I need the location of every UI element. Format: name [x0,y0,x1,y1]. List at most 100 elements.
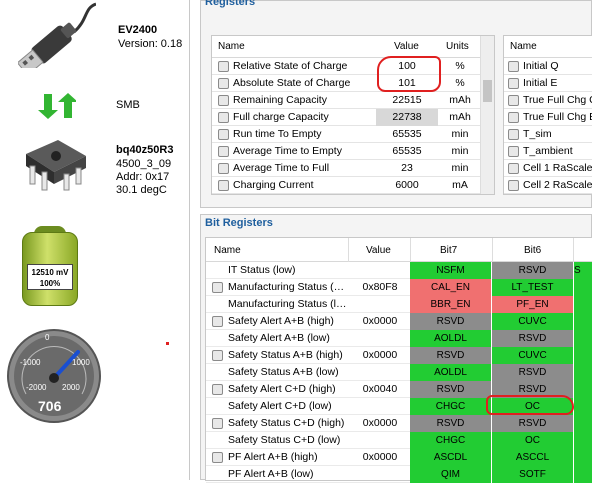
bit7-cell[interactable]: AOLDL [410,330,492,347]
gauge-tick-0: 0 [45,333,50,342]
register-row[interactable]: Average Time to Full 23 min [212,160,480,177]
bit-register-row[interactable]: Manufacturing Status (… 0x80F8 CAL_EN LT_TE… [206,279,592,296]
bit6-cell[interactable]: LT_TEST [492,279,574,296]
bit7-cell[interactable]: CHGC [410,398,492,415]
bit5-cell[interactable] [574,313,592,330]
bit5-cell[interactable] [574,398,592,415]
bit-col-bit7: Bit7 [440,245,458,256]
battery-icon: 12510 mV 100% [22,226,78,306]
chip-name: bq40z50R3 [116,144,174,156]
bit-register-value: 0x0000 [362,315,398,327]
bit-register-row[interactable]: Manufacturing Status (l… BBR_EN PF_EN [206,296,592,313]
bit5-cell[interactable] [574,466,592,483]
bit7-cell[interactable]: ASCDL [410,449,492,466]
col-name: Name [218,41,245,52]
bit7-cell[interactable]: RSVD [410,381,492,398]
bit7-cell[interactable]: RSVD [410,347,492,364]
bit5-cell[interactable] [574,449,592,466]
register-row-right[interactable]: True Full Chg E [504,109,592,126]
register-row[interactable]: Full charge Capacity 22738 mAh [212,109,480,126]
bit-register-row[interactable]: PF Alert A+B (low) QIM SOTF [206,466,592,483]
bit-register-row[interactable]: Safety Status A+B (high) 0x0000 RSVD CUVC [206,347,592,364]
register-value: 22515 [392,94,422,106]
bit5-cell[interactable] [574,432,592,449]
lock-icon [508,146,519,157]
bit5-cell[interactable] [574,381,592,398]
bit-register-row[interactable]: IT Status (low) NSFM RSVD S [206,262,592,279]
bit7-cell[interactable]: CAL_EN [410,279,492,296]
bit6-cell[interactable]: SOTF [492,466,574,483]
register-name: Charging Current [233,179,314,191]
bit-register-name: Manufacturing Status (… [228,281,345,293]
register-row[interactable]: Remaining Capacity 22515 mAh [212,92,480,109]
bit-register-row[interactable]: Safety Alert A+B (low) AOLDL RSVD [206,330,592,347]
bit5-cell[interactable]: S [574,262,592,279]
usb-plug-icon [18,2,96,68]
lock-icon [212,452,223,463]
lock-icon [218,146,229,157]
chip-icon [26,140,86,191]
register-row[interactable]: Average Time to Empty 65535 min [212,143,480,160]
bit-register-name: Manufacturing Status (l… [228,298,347,310]
bit5-cell[interactable] [574,364,592,381]
col-value: Value [394,41,419,52]
register-row-right[interactable]: T_sim [504,126,592,143]
bit6-cell[interactable]: ASCCL [492,449,574,466]
bit7-cell[interactable]: RSVD [410,313,492,330]
register-row-right[interactable]: T_ambient [504,143,592,160]
bit-register-name: Safety Status A+B (high) [228,349,343,361]
lock-icon [508,180,519,191]
bit6-cell[interactable]: PF_EN [492,296,574,313]
bit-register-row[interactable]: Safety Alert A+B (high) 0x0000 RSVD CUVC [206,313,592,330]
bit5-cell[interactable] [574,279,592,296]
register-units: mAh [449,111,471,123]
bit7-cell[interactable]: NSFM [410,262,492,279]
lock-icon [212,316,223,327]
device-version: Version: 0.18 [118,38,183,50]
bit7-cell[interactable]: QIM [410,466,492,483]
bit-register-row[interactable]: PF Alert A+B (high) 0x0000 ASCDL ASCCL [206,449,592,466]
device-name: EV2400 [118,24,158,36]
bit6-cell[interactable]: CUVC [492,347,574,364]
registers-scrollbar[interactable] [480,36,494,194]
bit6-cell[interactable]: RSVD [492,364,574,381]
bit7-cell[interactable]: AOLDL [410,364,492,381]
bit6-cell[interactable]: CUVC [492,313,574,330]
bit6-cell[interactable]: RSVD [492,415,574,432]
lock-icon [218,95,229,106]
register-row-right[interactable]: True Full Chg C [504,92,592,109]
register-units: min [451,145,469,157]
register-row-right[interactable]: Cell 1 RaScale [504,160,592,177]
bit7-cell[interactable]: BBR_EN [410,296,492,313]
registers-table[interactable]: Name Value Units Relative State of Charg… [211,35,495,195]
registers-title: Registers [205,0,256,8]
register-row[interactable]: Charging Current 6000 mA [212,177,480,194]
chip-firmware: 4500_3_09 [116,158,172,170]
register-row[interactable]: Run time To Empty 65535 min [212,126,480,143]
register-name-right: T_ambient [523,145,573,157]
bit-register-row[interactable]: Safety Status A+B (low) AOLDL RSVD [206,364,592,381]
bit5-cell[interactable] [574,415,592,432]
register-row-right[interactable]: Cell 2 RaScale [504,177,592,194]
register-units: min [451,128,469,140]
register-value: 65535 [392,145,422,157]
register-name-right: Cell 2 RaScale [523,179,592,191]
register-name-right: True Full Chg C [523,94,592,106]
bit5-cell[interactable] [574,330,592,347]
lock-icon [508,78,519,89]
registers-header: Name Value Units [212,36,480,58]
bit7-cell[interactable]: RSVD [410,415,492,432]
bit6-cell[interactable]: OC [492,432,574,449]
bit5-cell[interactable] [574,347,592,364]
bit-register-row[interactable]: Safety Status C+D (high) 0x0000 RSVD RSVD [206,415,592,432]
bit5-cell[interactable] [574,296,592,313]
bit6-cell[interactable]: RSVD [492,330,574,347]
registers-table-right[interactable]: Name Initial Q Initial E True Full Chg C Tr… [503,35,592,195]
bit-register-row[interactable]: Safety Status C+D (low) CHGC OC [206,432,592,449]
register-row-right[interactable]: Initial E [504,75,592,92]
bit-registers-table[interactable]: Name Value Bit7 Bit6 IT Status (low) NSFM… [205,237,592,483]
bit6-cell[interactable]: RSVD [492,262,574,279]
bit7-cell[interactable]: CHGC [410,432,492,449]
register-row-right[interactable]: Initial Q [504,58,592,75]
gauge-value: 706 [38,398,62,414]
